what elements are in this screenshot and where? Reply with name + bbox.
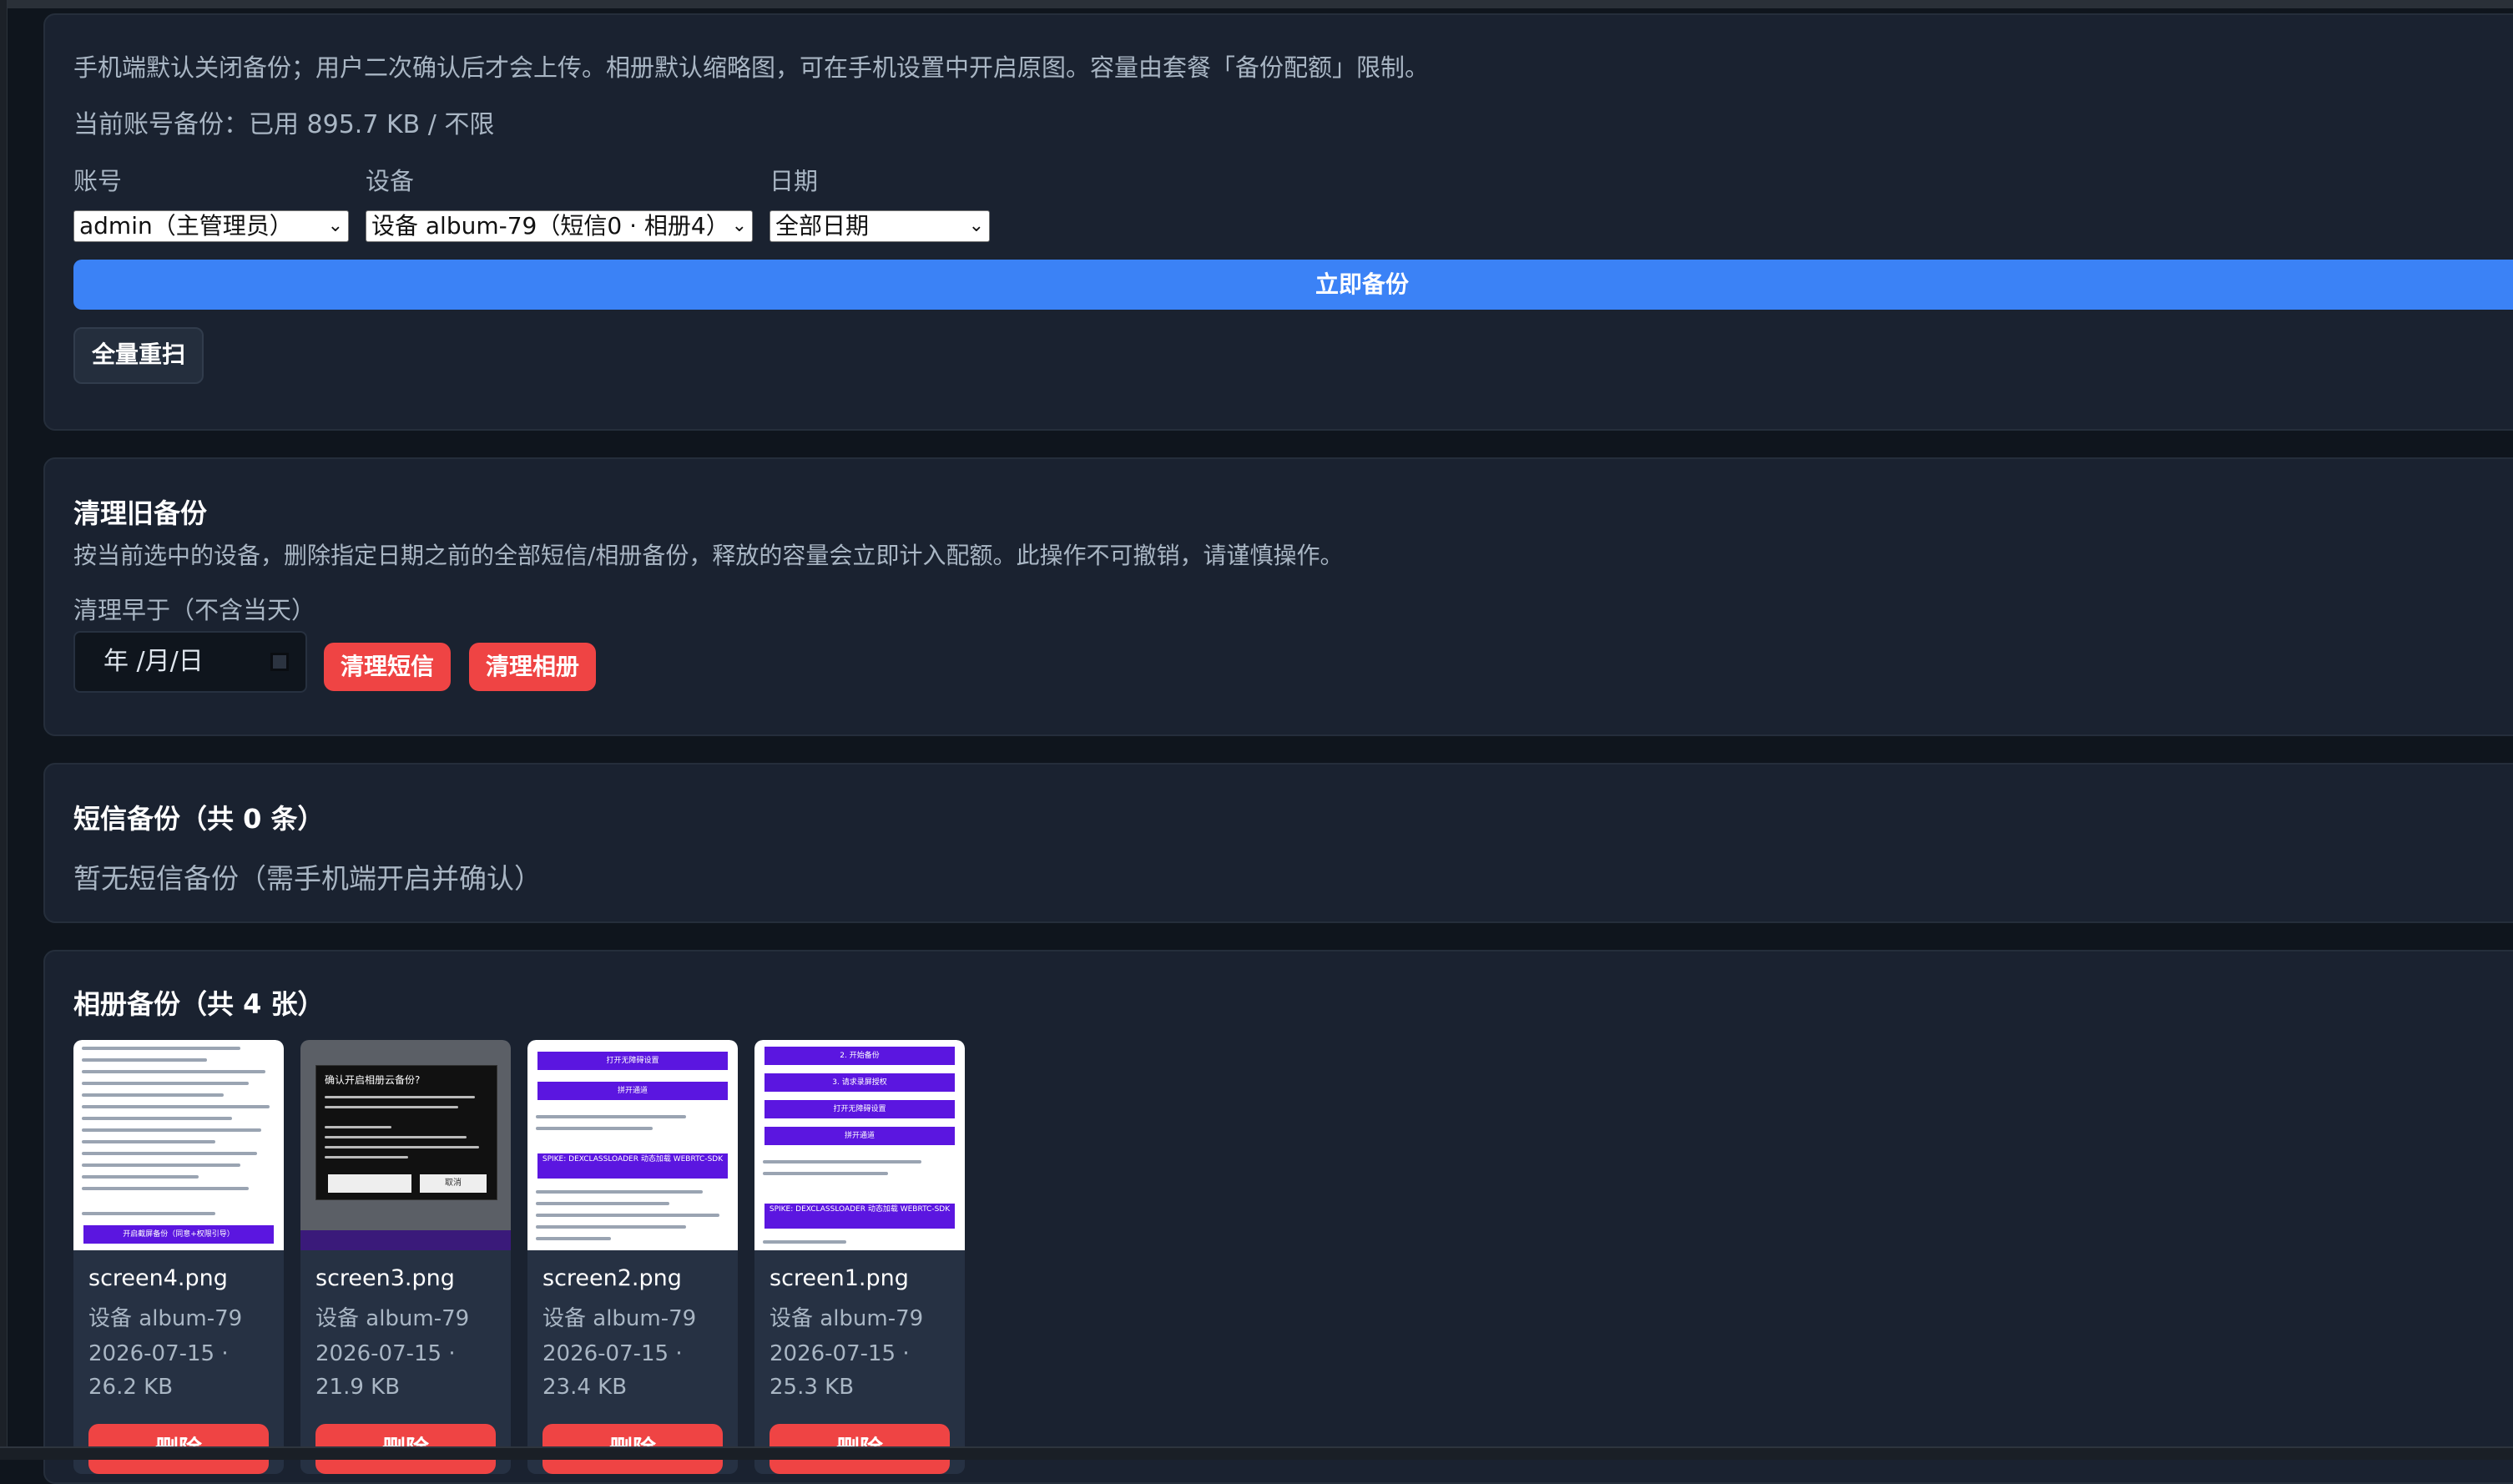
file-name: screen1.png (770, 1265, 909, 1291)
album-title: 相册备份（共 4 张） (73, 988, 325, 1020)
thumb-button: 拼开通道 (844, 1132, 875, 1140)
file-info: 2026-07-15 · 25.3 KB (770, 1341, 910, 1400)
cleanup-title: 清理旧备份 (73, 497, 208, 529)
cleanup-card: 清理旧备份 按当前选中的设备，删除指定日期之前的全部短信/相册备份，释放的容量会… (43, 457, 2513, 736)
backup-usage: 当前账号备份：已用 895.7 KB / 不限 (73, 110, 495, 139)
account-label: 账号 (73, 167, 123, 195)
thumb-spike: SPIKE: DEXCLASSLOADER 动态加载 WEBRTC-SDK (769, 1205, 951, 1214)
device-label: 设备 (366, 167, 415, 195)
clear-album-button[interactable]: 清理相册 (469, 643, 597, 691)
backup-now-label: 立即备份 (1315, 270, 1410, 298)
app-window: 手机端默认关闭备份；用户二次确认后才会上传。相册默认缩略图，可在手机设置中开启原… (0, 0, 2513, 1484)
left-rail (0, 0, 8, 1458)
thumb-button: 打开无障碍设置 (606, 1057, 659, 1065)
chevron-down-icon: ⌄ (968, 215, 984, 236)
cleanup-description: 按当前选中的设备，删除指定日期之前的全部短信/相册备份，释放的容量会立即计入配额… (73, 542, 1344, 569)
backup-notice: 手机端默认关闭备份；用户二次确认后才会上传。相册默认缩略图，可在手机设置中开启原… (73, 53, 1430, 82)
file-info: 2026-07-15 · 26.2 KB (88, 1341, 229, 1400)
file-name: screen3.png (315, 1265, 455, 1291)
device-select-value: 设备 album-79（短信0 · 相册4） (371, 212, 729, 240)
file-info: 2026-07-15 · 23.4 KB (542, 1341, 683, 1400)
cleanup-before-label: 清理早于（不含当天） (73, 596, 316, 624)
date-label: 日期 (770, 167, 819, 195)
thumbnail-image[interactable]: 开启截屏备份（同意+权限引导） (73, 1040, 284, 1250)
sms-backup-card: 短信备份（共 0 条） 暂无短信备份（需手机端开启并确认） (43, 763, 2513, 923)
file-info: 2026-07-15 · 21.9 KB (315, 1341, 456, 1400)
file-device: 设备 album-79 (315, 1306, 470, 1331)
thumb-cancel: 取消 (420, 1174, 487, 1193)
thumbnail-image[interactable]: 确认开启相册云备份? 取消 (300, 1040, 511, 1250)
date-select-value: 全部日期 (775, 212, 870, 240)
thumb-button: 3. 请求录屏授权 (832, 1078, 887, 1087)
device-select[interactable]: 设备 album-79（短信0 · 相册4） ⌄ (366, 210, 753, 242)
file-name: screen4.png (88, 1265, 228, 1291)
clear-sms-button[interactable]: 清理短信 (324, 643, 452, 691)
sms-title: 短信备份（共 0 条） (73, 803, 325, 835)
date-select[interactable]: 全部日期 ⌄ (770, 210, 990, 242)
account-select-value: admin（主管理员） (79, 212, 293, 240)
sms-empty-text: 暂无短信备份（需手机端开启并确认） (73, 862, 542, 895)
album-item[interactable]: 打开无障碍设置 拼开通道 SPIKE: DEXCLASSLOADER 动态加载 … (527, 1040, 738, 1474)
thumbnail-image[interactable]: 2. 开始备份 3. 请求录屏授权 打开无障碍设置 拼开通道 SPIKE: DE… (754, 1040, 965, 1250)
thumbnail-image[interactable]: 打开无障碍设置 拼开通道 SPIKE: DEXCLASSLOADER 动态加载 … (527, 1040, 738, 1250)
backup-now-button[interactable]: 立即备份 (73, 260, 2513, 310)
chevron-down-icon: ⌄ (327, 215, 343, 236)
thumb-button: 2. 开始备份 (840, 1052, 880, 1060)
thumb-button: 拼开通道 (617, 1087, 648, 1095)
file-device: 设备 album-79 (88, 1306, 243, 1331)
top-border (0, 0, 2513, 8)
account-select[interactable]: admin（主管理员） ⌄ (73, 210, 349, 242)
full-rescan-button[interactable]: 全量重扫 (73, 327, 204, 384)
backup-settings-card: 手机端默认关闭备份；用户二次确认后才会上传。相册默认缩略图，可在手机设置中开启原… (43, 13, 2513, 431)
thumb-dialog-title: 确认开启相册云备份? (325, 1074, 421, 1086)
thumb-spike: SPIKE: DEXCLASSLOADER 动态加载 WEBRTC-SDK (542, 1155, 724, 1163)
thumb-button: 打开无障碍设置 (833, 1105, 886, 1113)
cleanup-date-input[interactable]: 年 /月/日 (73, 631, 307, 693)
album-item[interactable]: 开启截屏备份（同意+权限引导） screen4.png 设备 album-79 … (73, 1040, 284, 1474)
thumb-caption: 开启截屏备份（同意+权限引导） (123, 1230, 235, 1239)
chevron-down-icon: ⌄ (731, 215, 747, 236)
file-device: 设备 album-79 (542, 1306, 697, 1331)
file-name: screen2.png (542, 1265, 682, 1291)
calendar-icon[interactable] (270, 653, 289, 671)
album-item[interactable]: 确认开启相册云备份? 取消 screen3.png 设备 album-79 20… (300, 1040, 511, 1474)
file-device: 设备 album-79 (770, 1306, 924, 1331)
date-placeholder: 年 /月/日 (103, 647, 204, 676)
album-item[interactable]: 2. 开始备份 3. 请求录屏授权 打开无障碍设置 拼开通道 SPIKE: DE… (754, 1040, 965, 1474)
album-backup-card: 相册备份（共 4 张） 开启截屏备份（同意+权限引导） screen4.png … (43, 950, 2513, 1484)
